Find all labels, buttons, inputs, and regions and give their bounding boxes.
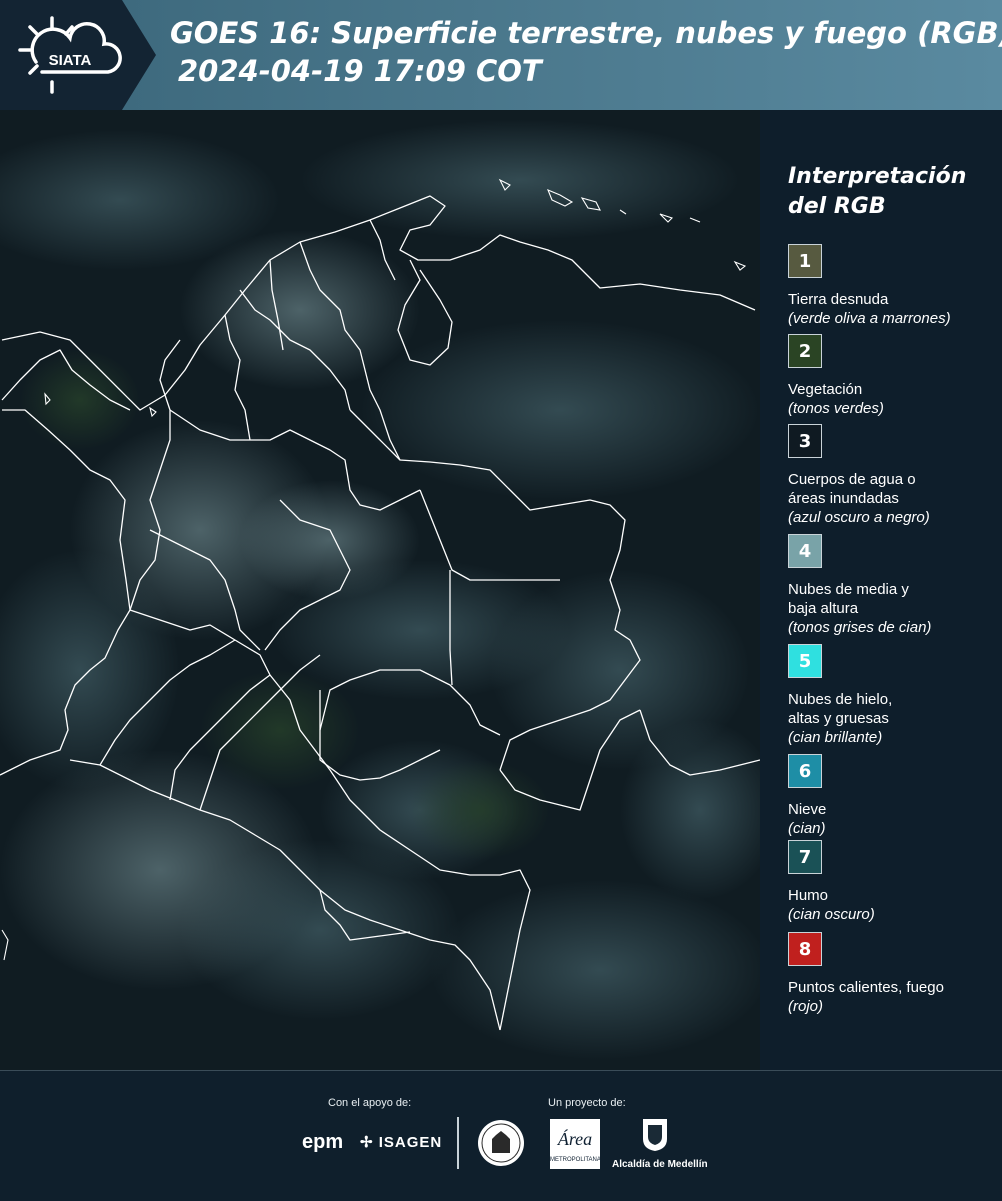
- legend-item-subtitle: (tonos verdes): [788, 400, 884, 417]
- legend-item-subtitle: (cian oscuro): [788, 906, 875, 923]
- header: SIATA GOES 16: Superficie terrestre, nub…: [0, 0, 1002, 110]
- area-name: Área: [557, 1129, 593, 1149]
- legend-item-subtitle: (azul oscuro a negro): [788, 509, 930, 526]
- legend-item-label: Nubes de media y baja altura: [788, 581, 909, 617]
- legend-item-subtitle: (rojo): [788, 998, 824, 1015]
- project-label: Un proyecto de:: [548, 1097, 626, 1109]
- legend-swatch: 1: [788, 244, 822, 278]
- alcaldia-shield-icon: [643, 1119, 667, 1151]
- rgb-legend: Interpretación del RGB 1 Tierra desnuda …: [760, 110, 1002, 1070]
- isagen-logo: ✢ ISAGEN: [360, 1134, 443, 1151]
- legend-item-label: Humo: [788, 887, 829, 904]
- title-line-2: 2024-04-19 17:09 COT: [178, 54, 542, 88]
- legend-swatch: 2: [788, 334, 822, 368]
- siata-logo: SIATA: [18, 16, 122, 94]
- legend-swatch: 8: [788, 932, 822, 966]
- legend-swatch: 3: [788, 424, 822, 458]
- legend-item-subtitle: (cian): [788, 820, 826, 837]
- epm-logo: epm: [302, 1131, 344, 1153]
- satellite-map: [0, 110, 760, 1070]
- legend-item-label: Nubes de hielo, altas y gruesas: [788, 691, 893, 727]
- legend-swatch: 7: [788, 840, 822, 874]
- legend-item-label: Cuerpos de agua o áreas inundadas: [788, 471, 916, 507]
- legend-item-label: Tierra desnuda: [788, 291, 889, 308]
- legend-item-subtitle: (cian brillante): [788, 729, 883, 746]
- legend-item-snow: 6 Nieve (cian): [788, 754, 998, 838]
- legend-item-smoke: 7 Humo (cian oscuro): [788, 840, 998, 924]
- area-metropolitana-text: METROPOLITANA: [550, 1157, 601, 1163]
- legend-swatch: 5: [788, 644, 822, 678]
- siata-logo-text: SIATA: [49, 52, 92, 69]
- legend-item-label: Nieve: [788, 801, 827, 818]
- page-title: GOES 16: Superficie terrestre, nubes y f…: [170, 14, 1002, 90]
- university-seal-icon: [478, 1120, 524, 1166]
- legend-item-hotspots: 8 Puntos calientes, fuego (rojo): [788, 932, 998, 1016]
- legend-swatch: 4: [788, 534, 822, 568]
- alcaldia-medellin-label: Alcaldía de Medellín: [612, 1159, 708, 1170]
- legend-item-subtitle: (verde oliva a marrones): [788, 310, 951, 327]
- legend-title-line-2: del RGB: [788, 194, 886, 219]
- legend-item-vegetation: 2 Vegetación (tonos verdes): [788, 334, 998, 418]
- support-label: Con el apoyo de:: [328, 1097, 412, 1109]
- footer: Con el apoyo de: Un proyecto de: epm ✢ I…: [0, 1070, 1002, 1201]
- footer-divider: [457, 1117, 459, 1169]
- legend-item-ice-clouds: 5 Nubes de hielo, altas y gruesas (cian b…: [788, 644, 998, 747]
- legend-title: Interpretación del RGB: [788, 162, 998, 222]
- legend-title-line-1: Interpretación: [788, 164, 967, 189]
- title-line-1: GOES 16: Superficie terrestre, nubes y f…: [170, 16, 1002, 50]
- legend-item-water-bodies: 3 Cuerpos de agua o áreas inundadas (azul…: [788, 424, 998, 527]
- legend-item-subtitle: (tonos grises de cian): [788, 619, 932, 636]
- legend-item-label: Vegetación: [788, 381, 863, 398]
- isagen-icon: ✢: [360, 1134, 379, 1151]
- satellite-image: [0, 110, 760, 1070]
- legend-item-low-clouds: 4 Nubes de media y baja altura (tonos gri…: [788, 534, 998, 637]
- legend-swatch: 6: [788, 754, 822, 788]
- legend-item-bare-soil: 1 Tierra desnuda (verde oliva a marrones…: [788, 244, 998, 328]
- legend-item-label: Puntos calientes, fuego: [788, 979, 944, 996]
